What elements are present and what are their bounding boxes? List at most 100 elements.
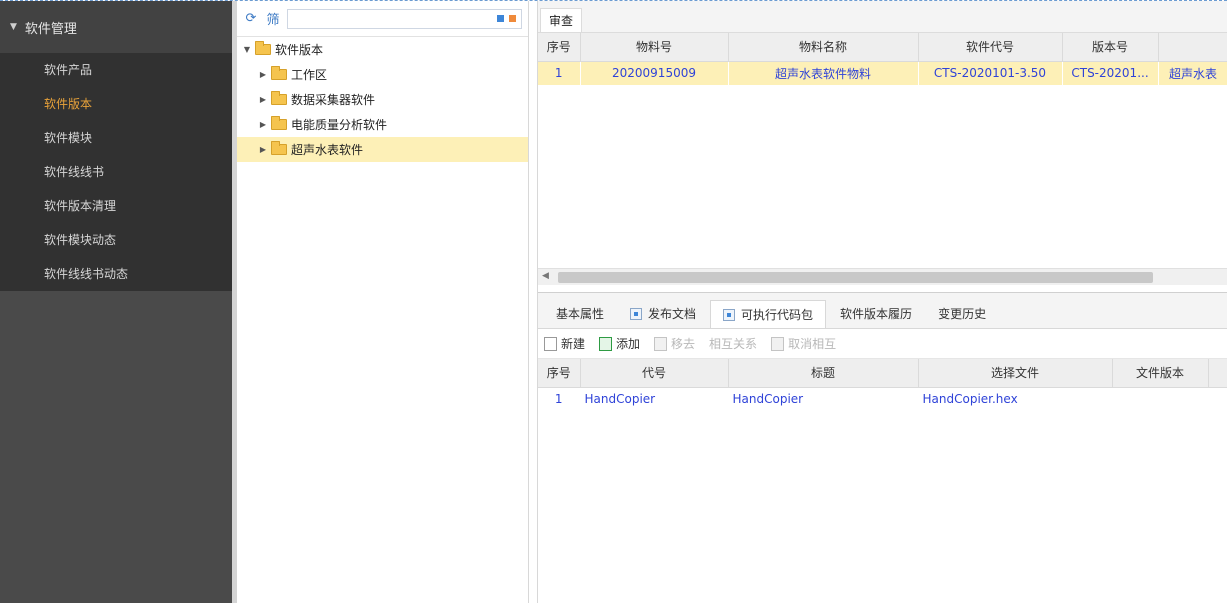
tab-label: 基本属性 <box>556 307 605 321</box>
bottom-toolbar: 新建 添加 移去 相互关系 取消相互 <box>538 329 1227 359</box>
nav-item-software-version[interactable]: 软件版本 <box>0 87 232 121</box>
expand-icon[interactable]: ▶ <box>257 145 269 154</box>
cell-extra <box>1208 387 1227 411</box>
expand-icon[interactable]: ▶ <box>257 70 269 79</box>
tab-label: 发布文档 <box>648 307 697 321</box>
scrollbar-thumb[interactable] <box>558 272 1153 283</box>
table-row[interactable]: 1 HandCopier HandCopier HandCopier.hex <box>538 387 1227 411</box>
package-icon <box>723 308 736 321</box>
tree-node-workspace[interactable]: ▶ 工作区 <box>237 62 528 87</box>
folder-icon <box>271 141 287 155</box>
tab-executable-package[interactable]: 可执行代码包 <box>710 300 827 328</box>
cell-no: 1 <box>538 61 580 85</box>
nav-item-manual-dynamics[interactable]: 软件线线书动态 <box>0 257 232 291</box>
button-label: 添加 <box>616 337 641 351</box>
bottom-panel: 基本属性 发布文档 可执行代码包 软件版本履历 变更历史 新建 添加 移去 相互… <box>538 292 1227 603</box>
filter-button[interactable]: 筛 <box>265 11 281 28</box>
relation-button[interactable]: 相互关系 <box>709 335 757 352</box>
tree-node-label: 软件版本 <box>275 43 324 57</box>
column-header[interactable]: 物料名称 <box>728 33 919 62</box>
button-label: 新建 <box>561 337 586 351</box>
cell-file-version[interactable] <box>1112 387 1208 411</box>
clear-icon[interactable] <box>509 15 516 22</box>
cell-material-name[interactable]: 超声水表软件物料 <box>728 61 918 85</box>
nav-item-software-manual[interactable]: 软件线线书 <box>0 155 232 189</box>
expand-icon[interactable]: ▶ <box>257 95 269 104</box>
folder-icon <box>271 91 287 105</box>
column-header[interactable]: 版本号 <box>1062 33 1159 62</box>
column-header[interactable]: 软件代号 <box>918 33 1063 62</box>
tree-search-input[interactable] <box>288 9 492 28</box>
tree-node-label: 数据采集器软件 <box>291 93 376 107</box>
nav-group-software-management[interactable]: ▼ 软件管理 <box>0 1 232 53</box>
tree-node-power-quality[interactable]: ▶ 电能质量分析软件 <box>237 112 528 137</box>
left-navigation: ▼ 软件管理 软件产品 软件版本 软件模块 软件线线书 软件版本清理 软件模块动… <box>0 1 232 603</box>
column-header[interactable]: 物料号 <box>580 33 729 62</box>
column-header[interactable]: 代号 <box>580 359 729 388</box>
tab-review[interactable]: 审查 <box>540 8 583 32</box>
column-header-extra[interactable] <box>1158 33 1227 62</box>
cell-extra[interactable]: 超声水表 <box>1158 61 1227 85</box>
refresh-icon[interactable]: ⟳ <box>243 11 259 27</box>
version-table: 序号 物料号 物料名称 软件代号 版本号 1 20200915009 超声水表软… <box>538 33 1227 85</box>
cell-software-code[interactable]: CTS-2020101-3.50 <box>918 61 1062 85</box>
horizontal-scrollbar[interactable]: ◀ <box>538 268 1227 285</box>
column-header[interactable]: 序号 <box>538 33 581 62</box>
unlink-icon <box>771 336 785 351</box>
tree-search-box <box>287 8 522 29</box>
nav-item-version-cleanup[interactable]: 软件版本清理 <box>0 189 232 223</box>
tree-node-root[interactable]: ▼ 软件版本 <box>237 37 528 62</box>
tree-node-ultrasonic-meter[interactable]: ▶ 超声水表软件 <box>237 137 528 162</box>
package-table: 序号 代号 标题 选择文件 文件版本 1 HandCopier HandCopi… <box>538 359 1227 411</box>
app-window: ▼ 软件管理 软件产品 软件版本 软件模块 软件线线书 软件版本清理 软件模块动… <box>0 0 1227 603</box>
tab-release-docs[interactable]: 发布文档 <box>618 300 708 328</box>
cancel-relation-button[interactable]: 取消相互 <box>771 335 836 352</box>
expand-icon[interactable]: ▶ <box>257 120 269 129</box>
nav-item-software-product[interactable]: 软件产品 <box>0 53 232 87</box>
cell-code[interactable]: HandCopier <box>580 387 728 411</box>
table-header-row: 序号 代号 标题 选择文件 文件版本 <box>538 359 1227 388</box>
cell-file[interactable]: HandCopier.hex <box>918 387 1112 411</box>
tab-change-history[interactable]: 变更历史 <box>926 300 998 328</box>
collapse-icon[interactable]: ▼ <box>241 45 253 54</box>
nav-item-software-module[interactable]: 软件模块 <box>0 121 232 155</box>
folder-icon <box>271 116 287 130</box>
cell-no: 1 <box>554 392 563 407</box>
folder-icon <box>255 41 271 55</box>
column-header[interactable]: 标题 <box>728 359 919 388</box>
nav-list: 软件产品 软件版本 软件模块 软件线线书 软件版本清理 软件模块动态 软件线线书… <box>0 53 232 299</box>
new-button[interactable]: 新建 <box>544 335 585 352</box>
tab-label: 变更历史 <box>938 307 987 321</box>
cell-material-no[interactable]: 20200915009 <box>580 61 728 85</box>
cell-title[interactable]: HandCopier <box>728 387 918 411</box>
table-header-row: 序号 物料号 物料名称 软件代号 版本号 <box>538 33 1227 62</box>
column-header[interactable]: 选择文件 <box>918 359 1113 388</box>
add-button[interactable]: 添加 <box>599 335 640 352</box>
caret-down-icon: ▼ <box>10 22 17 32</box>
column-header[interactable]: 序号 <box>538 359 581 388</box>
button-label: 相互关系 <box>709 337 758 351</box>
button-label: 取消相互 <box>788 337 837 351</box>
tab-label: 可执行代码包 <box>741 307 814 322</box>
remove-icon <box>654 336 668 351</box>
column-header-extra <box>1208 359 1227 388</box>
tree-node-label: 超声水表软件 <box>291 143 364 157</box>
nav-item-module-dynamics[interactable]: 软件模块动态 <box>0 223 232 257</box>
top-tab-strip: 审查 <box>538 1 1227 33</box>
tree-panel: ⟳ 筛 ▼ 软件版本 ▶ 工作区 ▶ 数据采集器软件 ▶ 电能质量分析软件 ▶ … <box>237 1 529 603</box>
tab-version-history[interactable]: 软件版本履历 <box>828 300 924 328</box>
column-header[interactable]: 文件版本 <box>1112 359 1209 388</box>
remove-button[interactable]: 移去 <box>654 335 695 352</box>
cell-version[interactable]: CTS-20201... <box>1062 61 1158 85</box>
new-document-icon <box>544 336 557 351</box>
folder-icon <box>271 66 287 80</box>
tree-node-data-collector[interactable]: ▶ 数据采集器软件 <box>237 87 528 112</box>
tree-node-label: 工作区 <box>291 68 328 82</box>
tree-node-label: 电能质量分析软件 <box>291 118 388 132</box>
document-icon <box>630 308 643 320</box>
tab-basic-properties[interactable]: 基本属性 <box>544 300 616 328</box>
nav-empty-area <box>0 291 232 603</box>
scroll-left-icon[interactable]: ◀ <box>542 271 549 281</box>
table-row[interactable]: 1 20200915009 超声水表软件物料 CTS-2020101-3.50 … <box>538 61 1227 85</box>
search-icon[interactable] <box>497 15 504 22</box>
